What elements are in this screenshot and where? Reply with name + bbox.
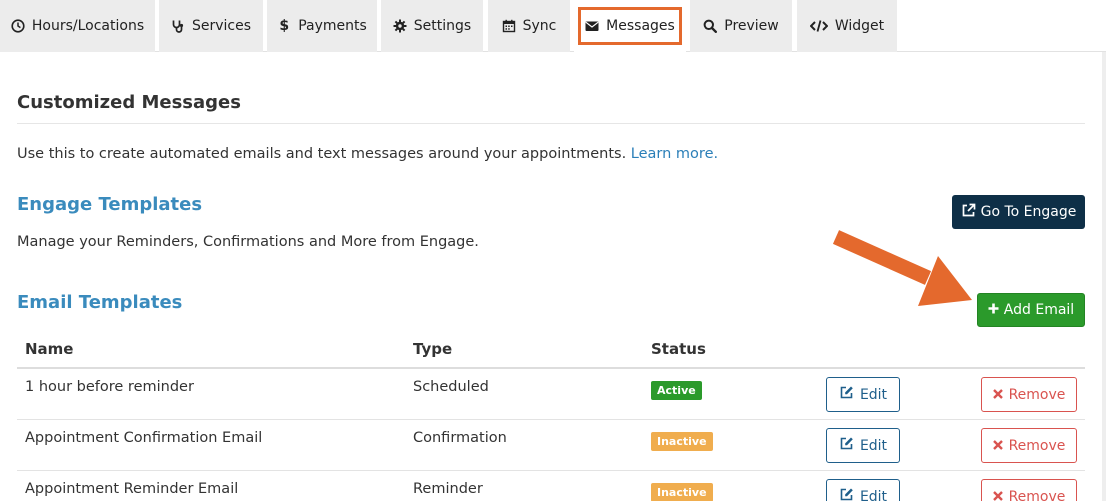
template-type: Reminder <box>413 481 483 497</box>
template-type: Scheduled <box>413 379 489 395</box>
remove-button[interactable]: Remove <box>981 428 1077 463</box>
engage-description: Manage your Reminders, Confirmations and… <box>17 234 479 250</box>
tab-payments[interactable]: $ Payments <box>267 0 377 52</box>
tab-label: Widget <box>834 18 885 34</box>
email-templates-heading: Email Templates <box>17 292 183 313</box>
stethoscope-icon <box>171 19 185 33</box>
edit-icon <box>839 436 854 455</box>
table-row: 1 hour before reminder Scheduled Active … <box>17 369 1085 420</box>
column-header-status: Status <box>651 340 706 358</box>
status-badge: Active <box>651 381 702 400</box>
tab-messages[interactable]: Messages <box>574 0 686 52</box>
table-row: Appointment Confirmation Email Confirmat… <box>17 420 1085 471</box>
edit-button[interactable]: Edit <box>826 428 900 463</box>
remove-button[interactable]: Remove <box>981 479 1077 501</box>
column-header-name: Name <box>25 340 74 358</box>
plus-icon <box>988 302 999 318</box>
add-email-button[interactable]: Add Email <box>977 293 1085 327</box>
intro-description: Use this to create automated emails and … <box>17 146 627 162</box>
go-to-engage-label: Go To Engage <box>980 204 1077 220</box>
tab-bar: Hours/Locations Services $ Payments Sett… <box>0 0 1106 52</box>
edit-label: Edit <box>859 386 888 403</box>
learn-more-link[interactable]: Learn more. <box>631 146 718 162</box>
code-icon <box>809 19 828 33</box>
close-icon <box>992 387 1003 403</box>
tab-services[interactable]: Services <box>159 0 263 52</box>
edit-label: Edit <box>859 488 888 501</box>
close-icon <box>992 489 1003 501</box>
tab-settings[interactable]: Settings <box>381 0 483 52</box>
add-email-label: Add Email <box>1003 302 1075 318</box>
scrollbar[interactable] <box>1102 52 1106 501</box>
tab-preview[interactable]: Preview <box>690 0 792 52</box>
tab-widget[interactable]: Widget <box>797 0 897 52</box>
orange-arrow-annotation <box>832 230 972 306</box>
tab-hours-locations[interactable]: Hours/Locations <box>0 0 155 52</box>
tab-sync[interactable]: Sync <box>488 0 570 52</box>
edit-button[interactable]: Edit <box>826 479 900 501</box>
search-icon <box>703 19 718 33</box>
engage-templates-heading: Engage Templates <box>17 194 203 215</box>
page-title: Customized Messages <box>17 92 241 113</box>
close-icon <box>992 438 1003 454</box>
tab-label: Messages <box>606 18 675 34</box>
status-badge: Inactive <box>651 483 713 501</box>
tab-label: Payments <box>298 18 367 34</box>
template-name: 1 hour before reminder <box>25 379 194 395</box>
clock-icon <box>11 19 25 33</box>
tab-label: Hours/Locations <box>31 18 145 34</box>
go-to-engage-button[interactable]: Go To Engage <box>952 195 1085 229</box>
template-type: Confirmation <box>413 430 507 446</box>
template-name: Appointment Reminder Email <box>25 481 239 497</box>
table-row: Appointment Reminder Email Reminder Inac… <box>17 471 1085 501</box>
edit-icon <box>839 487 854 501</box>
edit-icon <box>839 385 854 404</box>
divider <box>17 123 1085 124</box>
external-link-icon <box>961 203 976 222</box>
status-badge: Inactive <box>651 432 713 451</box>
edit-label: Edit <box>859 437 888 454</box>
template-name: Appointment Confirmation Email <box>25 430 263 446</box>
remove-label: Remove <box>1008 386 1066 403</box>
envelope-icon <box>585 19 599 33</box>
remove-label: Remove <box>1008 437 1066 454</box>
column-header-type: Type <box>413 340 453 358</box>
intro-text: Use this to create automated emails and … <box>17 146 718 162</box>
tab-label: Preview <box>724 18 779 34</box>
tab-label: Services <box>191 18 252 34</box>
gear-icon <box>393 19 407 33</box>
remove-button[interactable]: Remove <box>981 377 1077 412</box>
dollar-icon: $ <box>279 18 290 34</box>
tab-label: Sync <box>522 18 557 34</box>
edit-button[interactable]: Edit <box>826 377 900 412</box>
tab-label: Settings <box>413 18 472 34</box>
calendar-icon <box>502 19 516 33</box>
remove-label: Remove <box>1008 488 1066 501</box>
